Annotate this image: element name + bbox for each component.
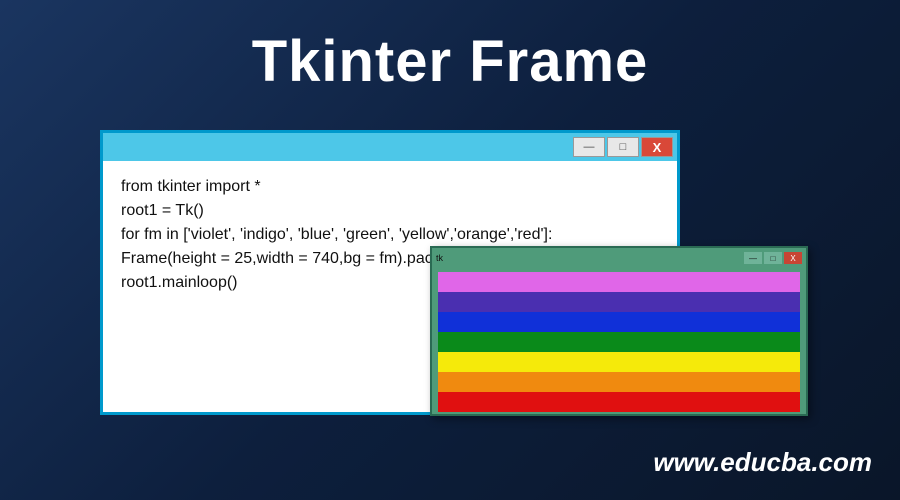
color-stripe-violet	[438, 272, 800, 292]
page-title: Tkinter Frame	[0, 0, 900, 95]
code-line: root1 = Tk()	[121, 202, 204, 219]
color-stripe-orange	[438, 372, 800, 392]
color-stripe-indigo	[438, 292, 800, 312]
color-stripe-green	[438, 332, 800, 352]
minimize-button[interactable]: —	[573, 137, 605, 157]
color-stripe-yellow	[438, 352, 800, 372]
code-window-titlebar: — □ X	[103, 133, 677, 161]
code-line: Frame(height = 25,width = 740,bg = fm).p…	[121, 250, 451, 267]
color-stripe-red	[438, 392, 800, 412]
code-line: from tkinter import *	[121, 178, 261, 195]
rainbow-output-window: tk — □ X	[430, 246, 808, 416]
maximize-button[interactable]: □	[607, 137, 639, 157]
close-button[interactable]: X	[784, 252, 802, 264]
watermark: www.educba.com	[653, 447, 872, 478]
maximize-button[interactable]: □	[764, 252, 782, 264]
code-line: for fm in ['violet', 'indigo', 'blue', '…	[121, 226, 552, 243]
rainbow-body	[432, 268, 806, 418]
tk-label: tk	[436, 253, 443, 263]
code-line: root1.mainloop()	[121, 274, 238, 291]
close-button[interactable]: X	[641, 137, 673, 157]
minimize-button[interactable]: —	[744, 252, 762, 264]
rainbow-window-titlebar: tk — □ X	[432, 248, 806, 268]
color-stripe-blue	[438, 312, 800, 332]
